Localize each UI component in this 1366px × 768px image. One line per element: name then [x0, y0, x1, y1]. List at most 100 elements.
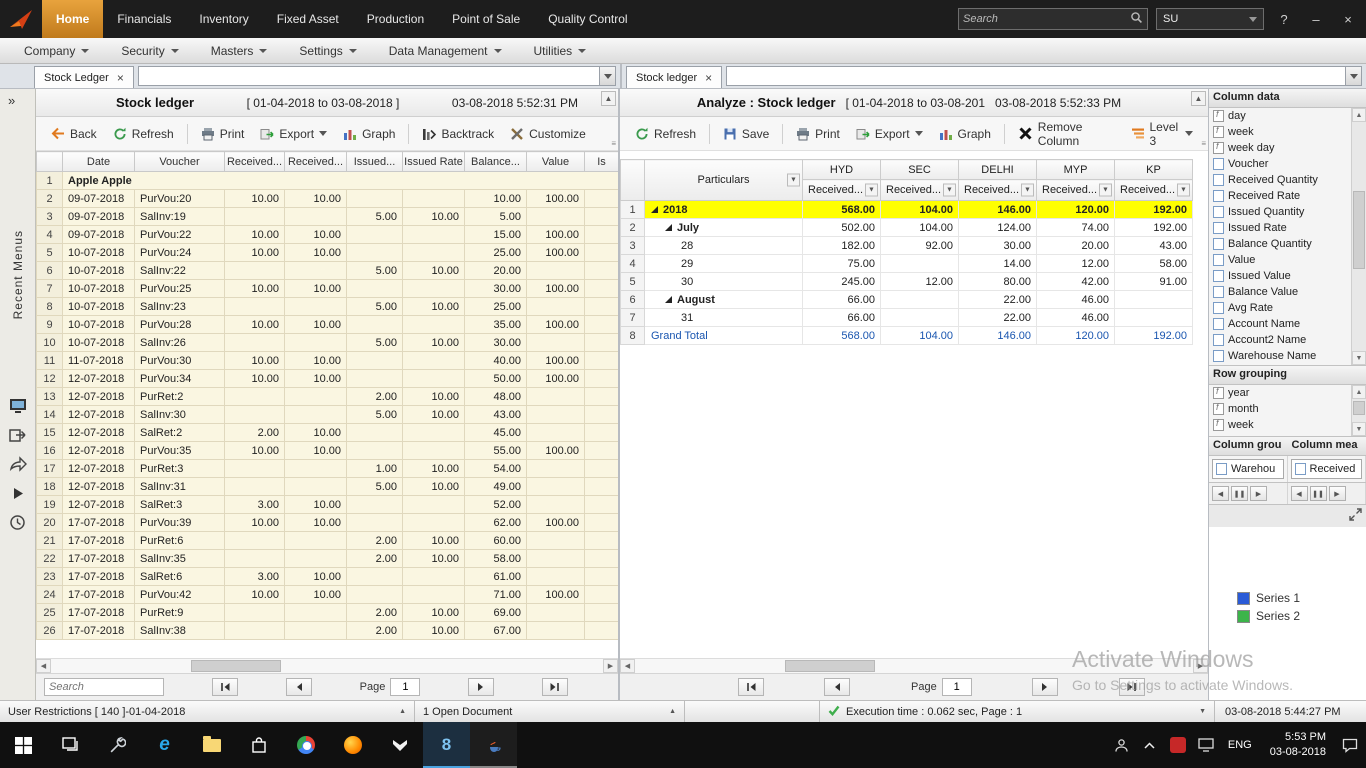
- table-row[interactable]: 1912-07-2018SalRet:33.0010.0052.00: [37, 496, 619, 514]
- field-item-account-name[interactable]: Account Name: [1209, 316, 1351, 332]
- rail-expander-button[interactable]: »: [0, 89, 15, 112]
- table-row[interactable]: 2217-07-2018SalInv:352.0010.0058.00: [37, 550, 619, 568]
- chip-warehouse[interactable]: Warehou: [1212, 459, 1284, 479]
- table-row[interactable]: 1312-07-2018PurRet:22.0010.0048.00: [37, 388, 619, 406]
- table-row[interactable]: 1612-07-2018PurVou:3510.0010.0055.00100.…: [37, 442, 619, 460]
- document-selector-left[interactable]: [138, 66, 616, 86]
- grid-search-box[interactable]: [44, 678, 164, 696]
- menu-utilities[interactable]: Utilities: [518, 38, 603, 63]
- menu-settings[interactable]: Settings: [283, 38, 372, 63]
- table-row[interactable]: 2517-07-2018PurRet:92.0010.0069.00: [37, 604, 619, 622]
- field-item-balance-quantity[interactable]: Balance Quantity: [1209, 236, 1351, 252]
- pivot-measure-hyd[interactable]: Received...▼: [803, 180, 881, 201]
- column-header-value[interactable]: Value: [527, 152, 585, 172]
- pivot-column-delhi[interactable]: DELHI: [959, 160, 1037, 180]
- table-row[interactable]: 510-07-2018PurVou:2410.0010.0025.00100.0…: [37, 244, 619, 262]
- scroll-left-button[interactable]: ◀: [36, 659, 51, 673]
- taskbar-java-app[interactable]: [470, 722, 517, 768]
- field-item-received-quantity[interactable]: Received Quantity: [1209, 172, 1351, 188]
- last-page-button[interactable]: [1119, 678, 1145, 696]
- expand-icon[interactable]: [651, 206, 658, 213]
- table-row[interactable]: 1412-07-2018SalInv:305.0010.0043.00: [37, 406, 619, 424]
- scrollbar-thumb[interactable]: [785, 660, 875, 672]
- close-button[interactable]: ×: [1336, 7, 1360, 31]
- pager-track-button[interactable]: ❚❚: [1310, 486, 1327, 501]
- column-header-issued-rate[interactable]: Issued Rate: [403, 152, 465, 172]
- field-item-voucher[interactable]: Voucher: [1209, 156, 1351, 172]
- customize-button[interactable]: Customize: [503, 123, 593, 145]
- refresh-button[interactable]: Refresh: [628, 123, 703, 145]
- filter-dropdown-icon[interactable]: ▼: [1099, 184, 1112, 197]
- taskbar-erp-app-active[interactable]: 8: [423, 722, 470, 768]
- graph-button[interactable]: Graph: [336, 123, 402, 145]
- column-header-balance[interactable]: Balance...: [465, 152, 527, 172]
- pivot-column-myp[interactable]: MYP: [1037, 160, 1115, 180]
- action-center-icon[interactable]: [1338, 725, 1362, 765]
- taskbar-file-explorer-app[interactable]: [188, 722, 235, 768]
- filter-dropdown-icon[interactable]: ▼: [1177, 184, 1190, 197]
- expand-icon[interactable]: [665, 224, 672, 231]
- back-button[interactable]: Back: [44, 123, 104, 145]
- chip-received[interactable]: Received: [1291, 459, 1363, 479]
- pivot-measure-myp[interactable]: Received...▼: [1037, 180, 1115, 201]
- minimize-button[interactable]: –: [1304, 7, 1328, 31]
- column-header-voucher[interactable]: Voucher: [135, 152, 225, 172]
- scrollbar-thumb[interactable]: [191, 660, 281, 672]
- print-button[interactable]: Print: [789, 123, 847, 145]
- toolbar-overflow-icon[interactable]: ≡: [1201, 139, 1206, 148]
- export-button[interactable]: Export: [253, 123, 334, 145]
- scroll-down-button[interactable]: ▼: [1352, 351, 1366, 365]
- scroll-up-button[interactable]: ▲: [601, 91, 616, 106]
- app-tab-quality-control[interactable]: Quality Control: [534, 0, 641, 38]
- pivot-row-july[interactable]: 2July502.00104.00124.0074.00192.00: [621, 219, 1193, 237]
- table-row[interactable]: 2117-07-2018PurRet:62.0010.0060.00: [37, 532, 619, 550]
- column-header-received[interactable]: Received...: [225, 152, 285, 172]
- print-button[interactable]: Print: [194, 123, 252, 145]
- grid-search-input[interactable]: [49, 681, 159, 693]
- page-number-input[interactable]: [942, 678, 972, 696]
- table-row[interactable]: 910-07-2018PurVou:2810.0010.0035.00100.0…: [37, 316, 619, 334]
- field-item-issued-quantity[interactable]: Issued Quantity: [1209, 204, 1351, 220]
- table-row[interactable]: 209-07-2018PurVou:2010.0010.0010.00100.0…: [37, 190, 619, 208]
- save-button[interactable]: Save: [716, 123, 776, 145]
- pivot-row-28[interactable]: 328182.0092.0030.0020.0043.00: [621, 237, 1193, 255]
- task-view-button[interactable]: [47, 722, 94, 768]
- history-clock-icon[interactable]: [8, 512, 28, 532]
- taskbar-clock[interactable]: 5:53 PM 03-08-2018: [1262, 730, 1334, 760]
- field-item-balance-value[interactable]: Balance Value: [1209, 284, 1351, 300]
- pager-right-button[interactable]: ▶: [1329, 486, 1346, 501]
- tab-stock-ledger-left[interactable]: Stock Ledger ×: [34, 66, 134, 88]
- table-row[interactable]: 2417-07-2018PurVou:4210.0010.0071.00100.…: [37, 586, 619, 604]
- scrollbar-thumb[interactable]: [1353, 191, 1365, 269]
- scroll-up-button[interactable]: ▲: [1352, 108, 1366, 122]
- pager-left-button[interactable]: ◀: [1291, 486, 1308, 501]
- field-item-week-day[interactable]: week day: [1209, 140, 1351, 156]
- app-tab-financials[interactable]: Financials: [103, 0, 185, 38]
- expand-icon[interactable]: [665, 296, 672, 303]
- scrollbar-track[interactable]: [635, 659, 1193, 673]
- filter-dropdown-icon[interactable]: ▼: [1021, 184, 1034, 197]
- field-item-week[interactable]: week: [1209, 124, 1351, 140]
- table-row[interactable]: 810-07-2018SalInv:235.0010.0025.00: [37, 298, 619, 316]
- table-row[interactable]: 409-07-2018PurVou:2210.0010.0015.00100.0…: [37, 226, 619, 244]
- field-item-year[interactable]: year: [1209, 385, 1351, 401]
- table-row[interactable]: 710-07-2018PurVou:2510.0010.0030.00100.0…: [37, 280, 619, 298]
- tab-stock-ledger-right[interactable]: Stock ledger ×: [626, 66, 722, 88]
- pager-track-button[interactable]: ❚❚: [1231, 486, 1248, 501]
- menu-security[interactable]: Security: [105, 38, 194, 63]
- toolbar-overflow-icon[interactable]: ≡: [611, 139, 616, 148]
- taskbar-firefox-app[interactable]: [329, 722, 376, 768]
- pivot-row-grand-total[interactable]: 8Grand Total568.00104.00146.00120.00192.…: [621, 327, 1193, 345]
- global-search-box[interactable]: [958, 8, 1148, 30]
- pager-right-button[interactable]: ▶: [1250, 486, 1267, 501]
- level-button[interactable]: Level 3: [1124, 116, 1201, 152]
- field-item-day[interactable]: day: [1209, 108, 1351, 124]
- app-tab-fixed-asset[interactable]: Fixed Asset: [263, 0, 353, 38]
- field-item-value[interactable]: Value: [1209, 252, 1351, 268]
- field-item-avg-rate[interactable]: Avg Rate: [1209, 300, 1351, 316]
- backtrack-button[interactable]: Backtrack: [415, 123, 501, 145]
- scroll-left-button[interactable]: ◀: [620, 659, 635, 673]
- scroll-down-button[interactable]: ▼: [1352, 422, 1366, 436]
- previous-page-button[interactable]: [286, 678, 312, 696]
- close-icon[interactable]: ×: [705, 72, 712, 84]
